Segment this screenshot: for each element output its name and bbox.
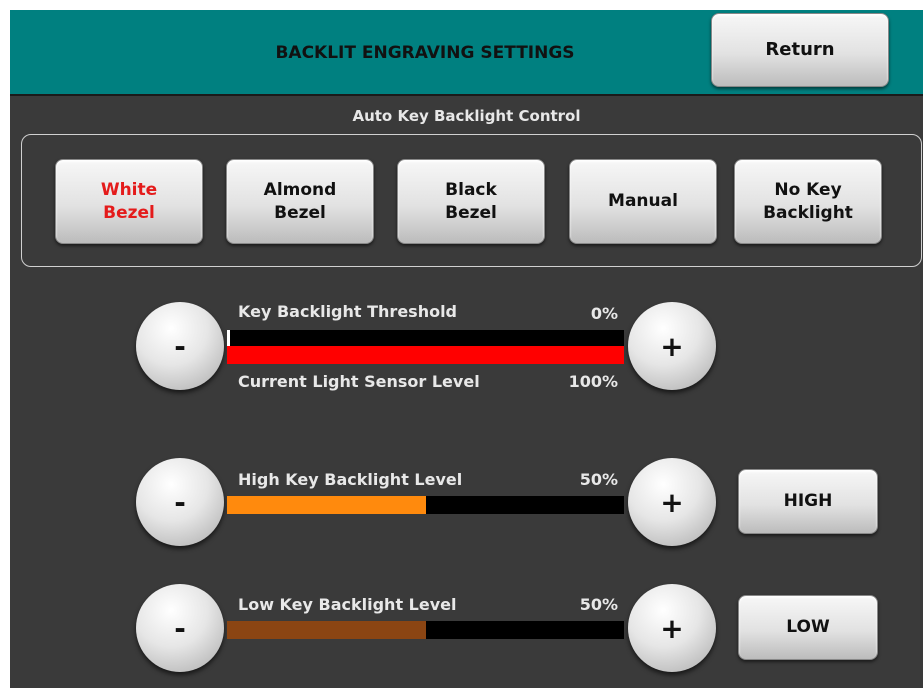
low-level-track	[227, 621, 624, 639]
low-level-bar	[227, 621, 426, 639]
high-level-percent: 50%	[579, 470, 618, 489]
title-bar: BACKLIT ENGRAVING SETTINGS Return	[10, 10, 923, 96]
threshold-decrease-button[interactable]: -	[136, 302, 224, 390]
threshold-track	[227, 330, 624, 364]
high-level-increase-button[interactable]: +	[628, 458, 716, 546]
light-sensor-level-bar	[227, 346, 624, 364]
high-level-bar	[227, 496, 426, 514]
high-level-track	[227, 496, 624, 514]
low-level-decrease-button[interactable]: -	[136, 584, 224, 672]
page-title: BACKLIT ENGRAVING SETTINGS	[275, 43, 575, 63]
backlit-settings-screen: BACKLIT ENGRAVING SETTINGS Return Auto K…	[10, 10, 923, 688]
light-sensor-label: Current Light Sensor Level	[238, 372, 480, 391]
manual-button[interactable]: Manual	[569, 159, 717, 244]
return-button[interactable]: Return	[711, 13, 889, 87]
threshold-percent: 0%	[590, 304, 618, 323]
low-level-percent: 50%	[579, 595, 618, 614]
low-level-increase-button[interactable]: +	[628, 584, 716, 672]
low-button[interactable]: LOW	[738, 595, 878, 660]
threshold-marker	[227, 330, 230, 346]
white-bezel-button[interactable]: White Bezel	[55, 159, 203, 244]
threshold-increase-button[interactable]: +	[628, 302, 716, 390]
light-sensor-percent: 100%	[568, 372, 618, 391]
auto-backlight-control-label: Auto Key Backlight Control	[352, 107, 581, 125]
almond-bezel-button[interactable]: Almond Bezel	[226, 159, 374, 244]
no-key-backlight-button[interactable]: No Key Backlight	[734, 159, 882, 244]
black-bezel-button[interactable]: Black Bezel	[397, 159, 545, 244]
threshold-label: Key Backlight Threshold	[238, 302, 458, 321]
high-level-decrease-button[interactable]: -	[136, 458, 224, 546]
low-level-label: Low Key Backlight Level	[238, 595, 457, 614]
high-level-label: High Key Backlight Level	[238, 470, 463, 489]
high-button[interactable]: HIGH	[738, 469, 878, 534]
